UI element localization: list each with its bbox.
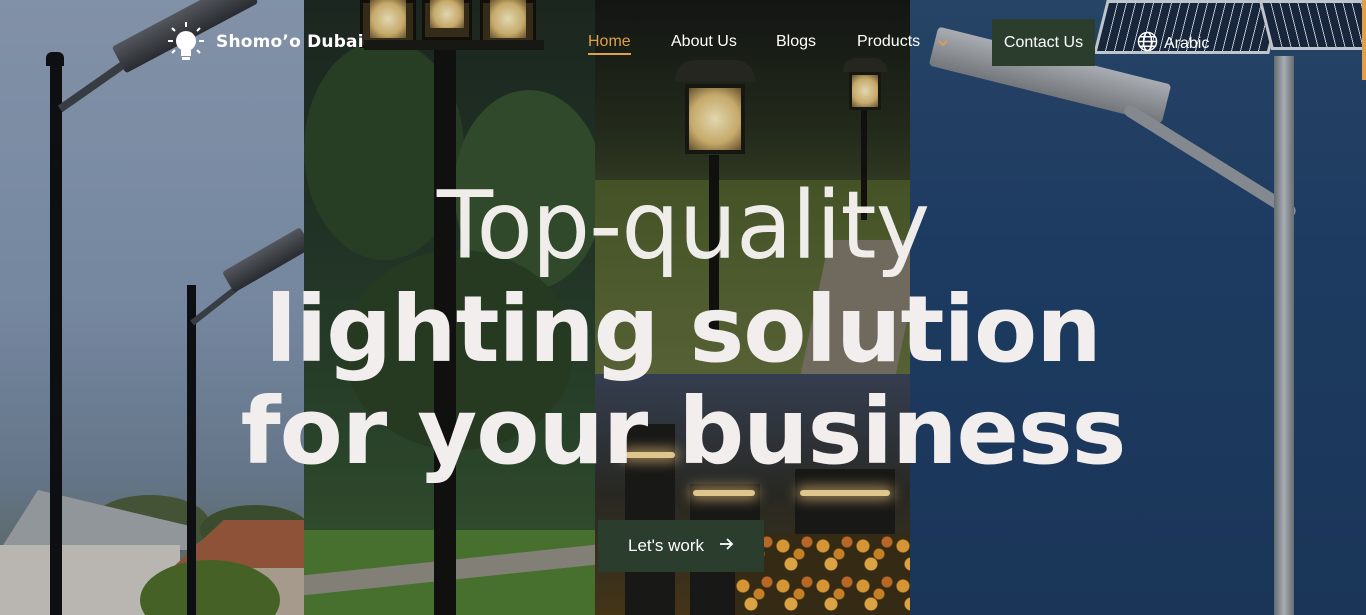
lets-work-button[interactable]: Let's work [598, 520, 764, 572]
site-header: Shomo’o Dubai Home About Us Blogs Produc… [0, 0, 1366, 84]
hero-title-line-1: Top-quality [436, 170, 930, 281]
scrollbar-thumb[interactable] [1362, 0, 1366, 80]
language-label: Arabic [1164, 35, 1210, 52]
language-switcher[interactable]: Arabic [1137, 31, 1209, 57]
nav-item-products[interactable]: Products [857, 33, 920, 51]
chevron-down-icon[interactable] [936, 36, 950, 50]
globe-icon [1137, 31, 1158, 57]
contact-us-button[interactable]: Contact Us [992, 19, 1095, 66]
main-nav: Home About Us Blogs Products Contact Us … [0, 0, 1366, 84]
nav-item-home[interactable]: Home [588, 33, 631, 55]
arrow-right-icon [718, 536, 734, 557]
cta-label: Let's work [628, 536, 704, 555]
hero-title-line-2: lighting solution [265, 276, 1102, 383]
nav-item-blogs[interactable]: Blogs [776, 33, 816, 51]
hero-title-line-3: for your business [240, 378, 1127, 485]
nav-item-about-us[interactable]: About Us [671, 33, 737, 51]
